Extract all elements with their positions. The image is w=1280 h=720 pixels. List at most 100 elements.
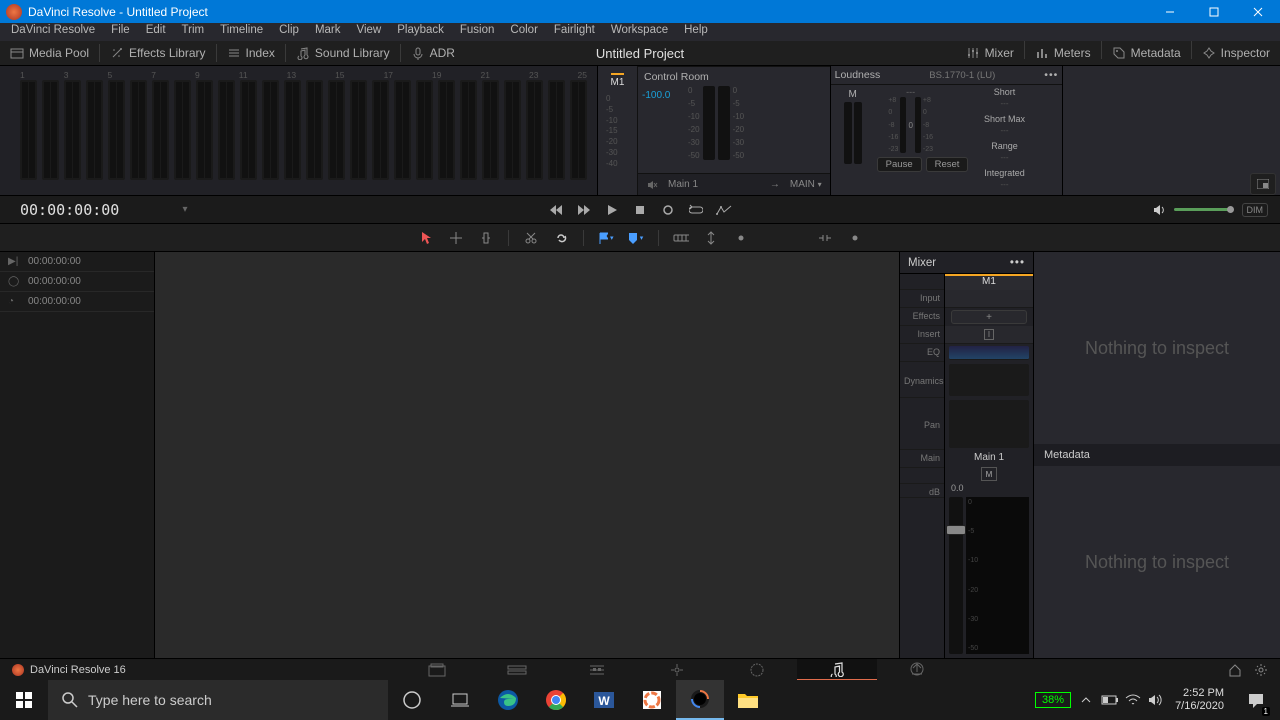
taskbar-search[interactable]: Type here to search <box>48 680 388 720</box>
rewind-button[interactable] <box>548 202 564 218</box>
strip-name[interactable]: M1 <box>945 274 1033 290</box>
loudness-standard[interactable]: BS.1770-1 (LU) <box>929 70 995 81</box>
deliver-page[interactable] <box>877 659 957 681</box>
media-page[interactable] <box>397 659 477 681</box>
media-pool-button[interactable]: Media Pool <box>0 41 99 66</box>
trim-tool[interactable] <box>478 230 494 246</box>
sound-library-button[interactable]: Sound Library <box>286 41 400 66</box>
edge-icon[interactable] <box>484 680 532 720</box>
meters-toggle[interactable]: Meters <box>1025 41 1101 66</box>
app-icon-4[interactable] <box>628 680 676 720</box>
tray-battery-icon[interactable] <box>1101 694 1119 706</box>
fusion-page[interactable] <box>637 659 717 681</box>
tc-row-3[interactable]: ◔00:00:00:00 <box>0 292 154 312</box>
range-tool[interactable] <box>448 230 464 246</box>
popout-button[interactable] <box>1250 173 1276 195</box>
play-button[interactable] <box>604 202 620 218</box>
loudness-pause-button[interactable]: Pause <box>877 157 922 172</box>
snapping-tool[interactable] <box>673 230 689 246</box>
selection-tool[interactable] <box>418 230 434 246</box>
mixer-toggle[interactable]: Mixer <box>956 41 1024 66</box>
menu-playback[interactable]: Playback <box>389 23 452 41</box>
control-room-db[interactable]: -100.0 <box>642 90 670 169</box>
menu-view[interactable]: View <box>349 23 390 41</box>
loop-button[interactable] <box>688 202 704 218</box>
minimize-button[interactable] <box>1148 0 1192 23</box>
menu-workspace[interactable]: Workspace <box>603 23 676 41</box>
razor-tool[interactable] <box>523 230 539 246</box>
maximize-button[interactable] <box>1192 0 1236 23</box>
automation-button[interactable] <box>716 202 732 218</box>
tc-row-1[interactable]: ▶|00:00:00:00 <box>0 252 154 272</box>
eq-slot[interactable] <box>949 346 1029 360</box>
pan-slot[interactable] <box>949 400 1029 448</box>
dot-tool-2[interactable] <box>847 230 863 246</box>
menu-trim[interactable]: Trim <box>174 23 213 41</box>
menu-edit[interactable]: Edit <box>138 23 174 41</box>
insert-slot[interactable]: I <box>945 326 1033 344</box>
menu-fairlight[interactable]: Fairlight <box>546 23 603 41</box>
dot-tool-1[interactable] <box>733 230 749 246</box>
mixer-menu-icon[interactable]: ••• <box>1010 257 1025 269</box>
effects-library-button[interactable]: Effects Library <box>100 41 215 66</box>
mute-speaker-icon[interactable] <box>646 179 658 191</box>
master-timecode[interactable]: 00:00:00:00 <box>0 201 155 219</box>
fader-db[interactable]: 0.0 <box>945 483 1033 493</box>
dynamics-slot[interactable] <box>949 364 1029 396</box>
tc-row-2[interactable]: ◯00:00:00:00 <box>0 272 154 292</box>
marker-tool[interactable]: ▾ <box>628 230 644 246</box>
settings-gear-icon[interactable] <box>1254 663 1268 677</box>
metadata-toggle[interactable]: Metadata <box>1102 41 1191 66</box>
fast-forward-button[interactable] <box>576 202 592 218</box>
cortana-icon[interactable] <box>388 680 436 720</box>
fairlight-page[interactable] <box>797 659 877 681</box>
menu-mark[interactable]: Mark <box>307 23 349 41</box>
dim-button[interactable]: DIM <box>1242 203 1269 217</box>
transient-tool[interactable] <box>817 230 833 246</box>
tray-volume-icon[interactable] <box>1147 693 1163 707</box>
menu-timeline[interactable]: Timeline <box>212 23 271 41</box>
chrome-icon[interactable] <box>532 680 580 720</box>
menu-fusion[interactable]: Fusion <box>452 23 503 41</box>
effects-add[interactable]: + <box>951 310 1027 324</box>
explorer-icon[interactable] <box>724 680 772 720</box>
menu-file[interactable]: File <box>103 23 138 41</box>
color-page[interactable] <box>717 659 797 681</box>
home-icon[interactable] <box>1228 663 1242 677</box>
tray-chevron-icon[interactable] <box>1077 695 1095 705</box>
inspector-toggle[interactable]: Inspector <box>1192 41 1280 66</box>
index-button[interactable]: Index <box>217 41 285 66</box>
loudness-menu-icon[interactable]: ••• <box>1044 69 1058 81</box>
battery-indicator[interactable]: 38% <box>1035 692 1071 708</box>
adr-button[interactable]: ADR <box>401 41 465 66</box>
m1-tab[interactable]: M1 <box>611 73 625 88</box>
mute-button[interactable]: M <box>981 467 997 481</box>
word-icon[interactable]: W <box>580 680 628 720</box>
tray-wifi-icon[interactable] <box>1125 694 1141 706</box>
edit-page[interactable] <box>557 659 637 681</box>
timecode-dropdown[interactable]: ▾ <box>155 204 215 215</box>
menu-help[interactable]: Help <box>676 23 716 41</box>
speaker-icon[interactable] <box>1152 203 1166 217</box>
record-button[interactable] <box>660 202 676 218</box>
linked-move-tool[interactable] <box>703 230 719 246</box>
timeline-canvas[interactable] <box>155 252 899 658</box>
taskbar-clock[interactable]: 2:52 PM7/16/2020 <box>1169 687 1230 713</box>
volume-slider[interactable] <box>1174 208 1234 211</box>
close-button[interactable] <box>1236 0 1280 23</box>
start-button[interactable] <box>0 680 48 720</box>
menu-clip[interactable]: Clip <box>271 23 307 41</box>
menu-davinci-resolve[interactable]: DaVinci Resolve <box>3 23 103 41</box>
link-tool[interactable] <box>553 230 569 246</box>
input-slot[interactable] <box>945 290 1033 308</box>
flag-tool[interactable]: ▾ <box>598 230 614 246</box>
notifications-icon[interactable]: 1 <box>1236 680 1276 720</box>
menu-color[interactable]: Color <box>502 23 545 41</box>
loudness-reset-button[interactable]: Reset <box>926 157 969 172</box>
monitor-select[interactable]: Main 1 <box>668 179 698 190</box>
main-out-select[interactable]: MAIN ▾ <box>790 179 822 190</box>
stop-button[interactable] <box>632 202 648 218</box>
resolve-taskbar-icon[interactable] <box>676 680 724 720</box>
fader[interactable] <box>949 497 963 654</box>
task-view-icon[interactable] <box>436 680 484 720</box>
